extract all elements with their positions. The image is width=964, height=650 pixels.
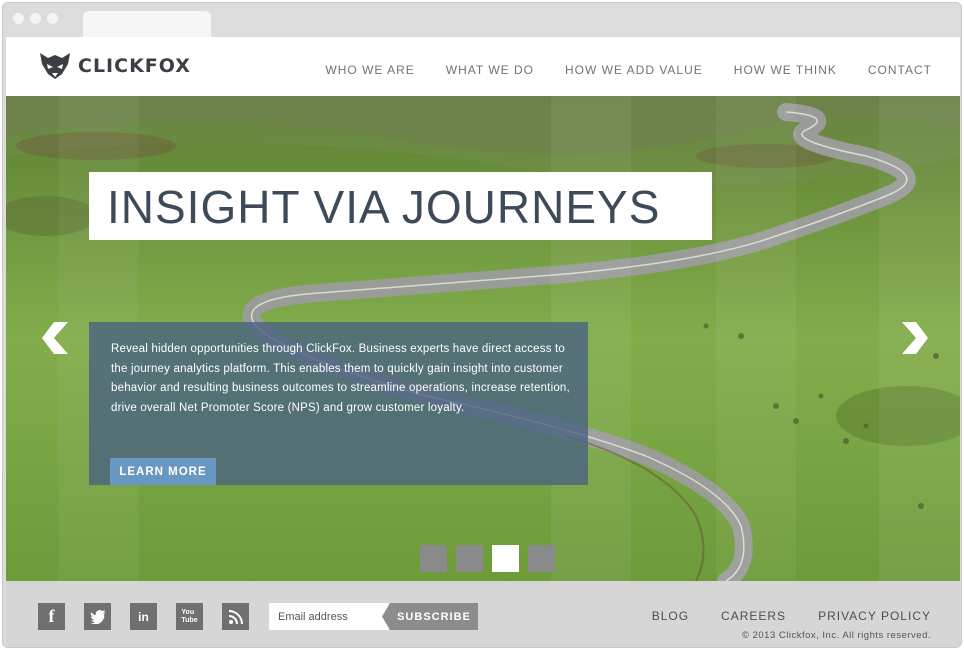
twitter-icon[interactable] (84, 603, 111, 630)
site-header: CLICKFOX WHO WE ARE WHAT WE DO HOW WE AD… (6, 37, 960, 96)
window-controls (13, 13, 58, 24)
carousel-dot-4[interactable] (528, 545, 555, 572)
carousel-dot-2[interactable] (456, 545, 483, 572)
close-dot[interactable] (13, 13, 24, 24)
linkedin-icon[interactable]: in (130, 603, 157, 630)
nav-contact[interactable]: CONTACT (868, 63, 932, 77)
footer-links: BLOG CAREERS PRIVACY POLICY (652, 609, 931, 623)
hero-carousel: INSIGHT VIA JOURNEYS Reveal hidden oppor… (6, 96, 960, 581)
carousel-dot-1[interactable] (420, 545, 447, 572)
carousel-dot-3[interactable] (492, 545, 519, 572)
footer-link-blog[interactable]: BLOG (652, 609, 689, 623)
browser-window: CLICKFOX WHO WE ARE WHAT WE DO HOW WE AD… (2, 2, 962, 648)
youtube-icon[interactable]: You Tube (176, 603, 203, 630)
hero-headline: INSIGHT VIA JOURNEYS (107, 181, 661, 233)
subscribe-button[interactable]: SUBSCRIBE (382, 603, 478, 630)
chevron-left-icon[interactable] (42, 322, 68, 354)
facebook-icon[interactable]: f (38, 603, 65, 630)
email-field[interactable] (269, 603, 389, 630)
learn-more-button[interactable]: LEARN MORE (110, 458, 216, 485)
nav-what-we-do[interactable]: WHAT WE DO (446, 63, 534, 77)
footer-link-careers[interactable]: CAREERS (721, 609, 786, 623)
nav-how-we-think[interactable]: HOW WE THINK (734, 63, 837, 77)
minimize-dot[interactable] (30, 13, 41, 24)
nav-who-we-are[interactable]: WHO WE ARE (325, 63, 414, 77)
fox-logo-icon (40, 53, 70, 79)
carousel-pager (420, 545, 555, 572)
rss-icon[interactable] (222, 603, 249, 630)
chevron-right-icon[interactable] (902, 322, 928, 354)
nav-how-we-add-value[interactable]: HOW WE ADD VALUE (565, 63, 703, 77)
hero-description: Reveal hidden opportunities through Clic… (111, 343, 570, 414)
browser-tab[interactable] (83, 11, 211, 37)
copyright: © 2013 Clickfox, Inc. All rights reserve… (741, 630, 931, 641)
hero-description-panel: Reveal hidden opportunities through Clic… (89, 322, 588, 485)
social-links: f in You Tube (38, 603, 249, 630)
site-footer: f in YouTube SUBSCRIBE BLOG CAREERS PRIV… (6, 581, 960, 647)
main-nav: WHO WE ARE WHAT WE DO HOW WE ADD VALUE H… (325, 63, 932, 77)
logo[interactable]: CLICKFOX (38, 52, 191, 80)
footer-link-privacy-policy[interactable]: PRIVACY POLICY (818, 609, 931, 623)
page-viewport: CLICKFOX WHO WE ARE WHAT WE DO HOW WE AD… (6, 37, 960, 647)
brand-name: CLICKFOX (78, 55, 191, 77)
headline-banner: INSIGHT VIA JOURNEYS (89, 172, 712, 240)
maximize-dot[interactable] (47, 13, 58, 24)
